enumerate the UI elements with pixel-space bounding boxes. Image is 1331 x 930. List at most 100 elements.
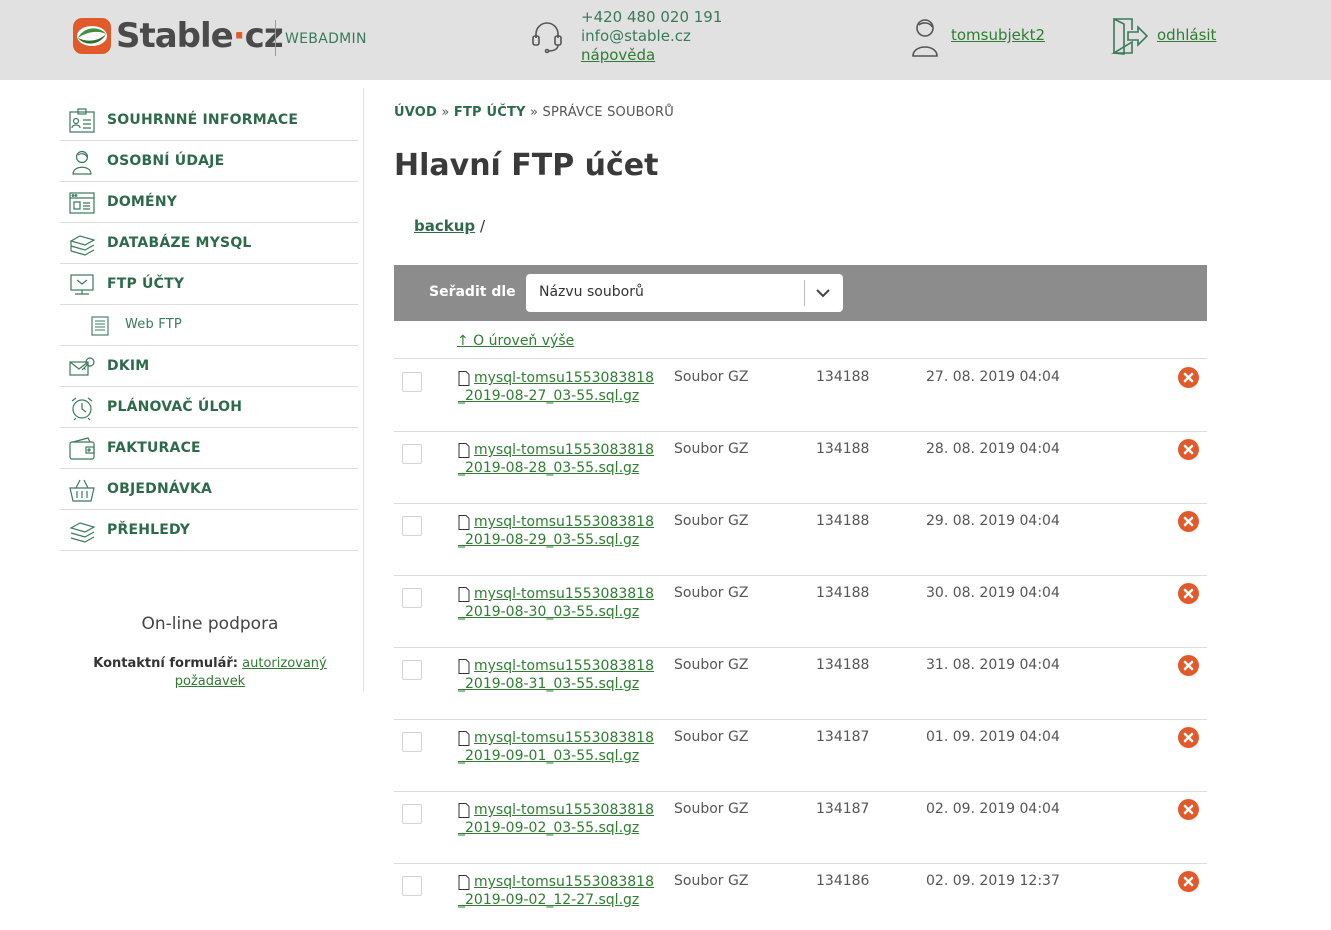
breadcrumb-ftp[interactable]: FTP ÚČTY <box>454 105 526 120</box>
sidebar-item-ftp[interactable]: FTP ÚČTY <box>60 264 358 305</box>
breadcrumb: ÚVOD » FTP ÚČTY » SPRÁVCE SOUBORŮ <box>394 105 674 120</box>
sidebar-item-label: SOUHRNNÉ INFORMACE <box>107 112 299 128</box>
file-date: 28. 08. 2019 04:04 <box>926 441 1060 457</box>
logo-divider <box>275 20 276 56</box>
sidebar-item-order[interactable]: OBJEDNÁVKA <box>60 469 358 510</box>
sidebar-item-summary[interactable]: SOUHRNNÉ INFORMACE <box>60 100 358 141</box>
sidebar-item-label: DOMÉNY <box>107 194 178 210</box>
file-name-link[interactable]: mysql-tomsu1553083818_2019-08-27_03-55.s… <box>458 369 658 405</box>
summary-icon <box>69 108 95 133</box>
file-checkbox[interactable] <box>402 516 422 536</box>
sidebar-item-dkim[interactable]: DKIM <box>60 346 358 387</box>
sort-toolbar: Seřadit dle Názvu souborů <box>394 265 1207 321</box>
user-icon <box>912 19 938 57</box>
file-name-link[interactable]: mysql-tomsu1553083818_2019-09-01_03-55.s… <box>458 729 658 765</box>
delete-icon[interactable] <box>1178 727 1199 748</box>
file-size: 134188 <box>816 369 870 385</box>
file-name-link[interactable]: mysql-tomsu1553083818_2019-08-31_03-55.s… <box>458 657 658 693</box>
sidebar-item-label: OSOBNÍ ÚDAJE <box>107 153 225 169</box>
sidebar-item-personal[interactable]: OSOBNÍ ÚDAJE <box>60 141 358 182</box>
sidebar-item-label: FTP ÚČTY <box>107 276 185 292</box>
person-icon <box>72 150 92 175</box>
contact-phone[interactable]: +420 480 020 191 <box>581 8 722 27</box>
logo-wordmark: Stable·cz <box>116 16 284 56</box>
sort-select[interactable]: Názvu souborů <box>526 274 843 312</box>
sidebar-item-web-ftp[interactable]: Web FTP <box>60 305 358 346</box>
file-size: 134186 <box>816 873 870 889</box>
help-link[interactable]: nápověda <box>581 46 722 65</box>
support-title: On-line podpora <box>141 614 279 634</box>
support-contact: Kontaktní formulář: autorizovaný požadav… <box>60 655 360 691</box>
contact-info: +420 480 020 191 info@stable.cz nápověda <box>581 8 722 65</box>
file-date: 02. 09. 2019 12:37 <box>926 873 1060 889</box>
file-checkbox[interactable] <box>402 660 422 680</box>
wallet-icon <box>69 437 95 460</box>
headset-icon <box>532 22 562 54</box>
file-checkbox[interactable] <box>402 804 422 824</box>
breadcrumb-separator: » <box>530 105 539 120</box>
path-separator: / <box>479 217 485 235</box>
delete-icon[interactable] <box>1178 871 1199 892</box>
file-type: Soubor GZ <box>674 441 749 457</box>
contact-email[interactable]: info@stable.cz <box>581 27 722 46</box>
file-checkbox[interactable] <box>402 372 422 392</box>
alarm-clock-icon <box>71 397 93 421</box>
file-date: 02. 09. 2019 04:04 <box>926 801 1060 817</box>
parent-folder-row: ↑ O úroveň výše <box>394 322 1207 359</box>
file-type: Soubor GZ <box>674 873 749 889</box>
file-name-link[interactable]: mysql-tomsu1553083818_2019-09-02_12-27.s… <box>458 873 658 909</box>
file-row: mysql-tomsu1553083818_2019-08-28_03-55.s… <box>394 432 1207 504</box>
file-checkbox[interactable] <box>402 444 422 464</box>
file-row: mysql-tomsu1553083818_2019-08-29_03-55.s… <box>394 504 1207 576</box>
user-account-link[interactable]: tomsubjekt2 <box>951 26 1045 44</box>
sidebar-item-mysql[interactable]: DATABÁZE MYSQL <box>60 223 358 264</box>
delete-icon[interactable] <box>1178 655 1199 676</box>
file-row: mysql-tomsu1553083818_2019-09-01_03-55.s… <box>394 720 1207 792</box>
delete-icon[interactable] <box>1178 583 1199 604</box>
sidebar-item-domains[interactable]: DOMÉNY <box>60 182 358 223</box>
sort-select-value: Názvu souborů <box>539 284 644 300</box>
file-type: Soubor GZ <box>674 369 749 385</box>
file-name-link[interactable]: mysql-tomsu1553083818_2019-08-29_03-55.s… <box>458 513 658 549</box>
file-list: mysql-tomsu1553083818_2019-08-27_03-55.s… <box>394 360 1207 930</box>
file-type: Soubor GZ <box>674 513 749 529</box>
file-size: 134187 <box>816 801 870 817</box>
file-size: 134187 <box>816 729 870 745</box>
file-name-link[interactable]: mysql-tomsu1553083818_2019-08-30_03-55.s… <box>458 585 658 621</box>
file-row: mysql-tomsu1553083818_2019-09-02_12-27.s… <box>394 864 1207 930</box>
file-name-link[interactable]: mysql-tomsu1553083818_2019-09-02_03-55.s… <box>458 801 658 837</box>
delete-icon[interactable] <box>1178 511 1199 532</box>
sort-label: Seřadit dle <box>429 284 516 300</box>
path-folder-link[interactable]: backup <box>414 217 475 235</box>
file-row: mysql-tomsu1553083818_2019-08-30_03-55.s… <box>394 576 1207 648</box>
stable-logo[interactable]: Stable·cz <box>72 16 284 56</box>
ftp-icon <box>70 274 94 295</box>
page-title: Hlavní FTP účet <box>394 148 659 183</box>
stable-logo-icon <box>73 18 111 54</box>
logout-link[interactable]: odhlásit <box>1157 26 1216 44</box>
file-checkbox[interactable] <box>402 588 422 608</box>
file-date: 30. 08. 2019 04:04 <box>926 585 1060 601</box>
file-name-link[interactable]: mysql-tomsu1553083818_2019-08-28_03-55.s… <box>458 441 658 477</box>
chevron-down-icon <box>816 289 830 298</box>
delete-icon[interactable] <box>1178 439 1199 460</box>
sidebar-item-scheduler[interactable]: PLÁNOVAČ ÚLOH <box>60 387 358 428</box>
breadcrumb-home[interactable]: ÚVOD <box>394 105 437 120</box>
delete-icon[interactable] <box>1178 367 1199 388</box>
sidebar-item-label: PLÁNOVAČ ÚLOH <box>107 399 243 415</box>
file-checkbox[interactable] <box>402 876 422 896</box>
delete-icon[interactable] <box>1178 799 1199 820</box>
file-checkbox[interactable] <box>402 732 422 752</box>
sidebar-item-reports[interactable]: PŘEHLEDY <box>60 510 358 551</box>
web-ftp-icon <box>91 316 109 336</box>
logout-icon[interactable] <box>1110 16 1150 56</box>
breadcrumb-current: SPRÁVCE SOUBORŮ <box>542 105 674 120</box>
file-type: Soubor GZ <box>674 729 749 745</box>
parent-folder-link[interactable]: ↑ O úroveň výše <box>457 333 574 349</box>
product-name: WEBADMIN <box>285 31 367 47</box>
support-label: Kontaktní formulář: <box>93 656 239 671</box>
sidebar-item-billing[interactable]: FAKTURACE <box>60 428 358 469</box>
file-size: 134188 <box>816 513 870 529</box>
file-date: 29. 08. 2019 04:04 <box>926 513 1060 529</box>
basket-icon <box>69 479 95 502</box>
